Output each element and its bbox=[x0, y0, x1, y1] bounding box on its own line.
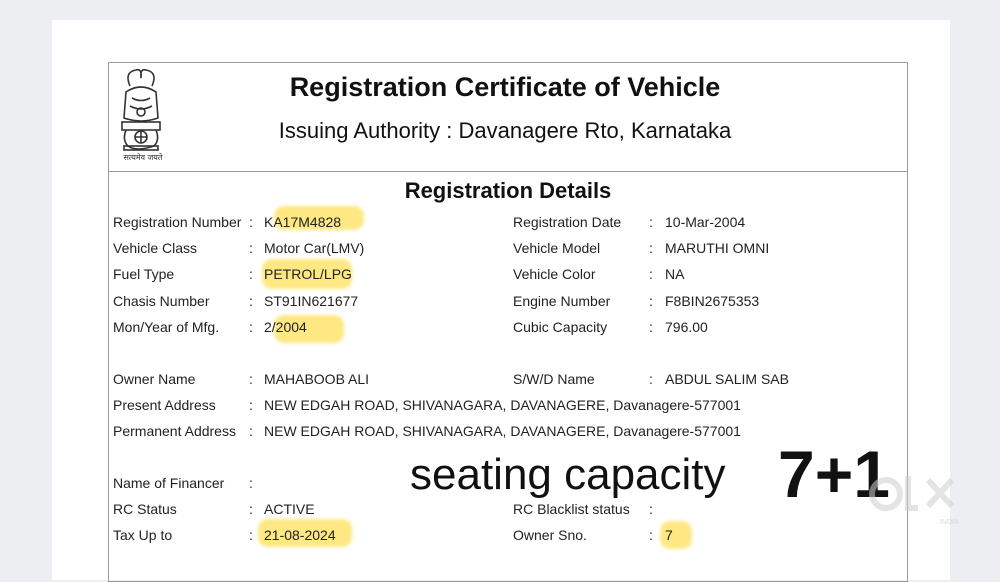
colon: : bbox=[649, 501, 653, 517]
header-divider bbox=[108, 171, 908, 172]
value-registration-number: KA17M4828 bbox=[264, 214, 342, 230]
colon: : bbox=[249, 371, 253, 387]
colon: : bbox=[249, 501, 253, 517]
label-registration-date: Registration Date bbox=[513, 214, 622, 230]
olx-watermark-logo: INDIA bbox=[869, 476, 959, 526]
value-owner-sno: 7 bbox=[665, 527, 673, 543]
value-chasis-number: ST91IN621677 bbox=[264, 293, 359, 309]
label-present-address: Present Address bbox=[113, 397, 216, 413]
label-owner-name: Owner Name bbox=[113, 371, 196, 387]
colon: : bbox=[249, 475, 253, 491]
value-swd-name: ABDUL SALIM SAB bbox=[665, 371, 789, 387]
value-vehicle-model: MARUTHI OMNI bbox=[665, 240, 770, 256]
label-vehicle-color: Vehicle Color bbox=[513, 266, 596, 282]
label-registration-number: Registration Number bbox=[113, 214, 242, 230]
value-vehicle-class: Motor Car(LMV) bbox=[264, 240, 365, 256]
colon: : bbox=[249, 397, 253, 413]
issuing-authority: Issuing Authority : Davanagere Rto, Karn… bbox=[278, 118, 732, 143]
seating-capacity-annotation: seating capacity bbox=[410, 450, 726, 499]
colon: : bbox=[649, 214, 653, 230]
colon: : bbox=[249, 293, 253, 309]
label-engine-number: Engine Number bbox=[513, 293, 611, 309]
colon: : bbox=[249, 527, 253, 543]
label-tax-up-to: Tax Up to bbox=[113, 527, 173, 543]
label-rc-status: RC Status bbox=[113, 501, 177, 517]
label-mfg: Mon/Year of Mfg. bbox=[113, 319, 220, 335]
colon: : bbox=[649, 371, 653, 387]
value-tax-up-to: 21-08-2024 bbox=[264, 527, 336, 543]
colon: : bbox=[249, 214, 253, 230]
section-title: Registration Details bbox=[404, 178, 612, 203]
label-vehicle-model: Vehicle Model bbox=[513, 240, 601, 256]
colon: : bbox=[649, 319, 653, 335]
label-swd-name: S/W/D Name bbox=[513, 371, 595, 387]
colon: : bbox=[249, 423, 253, 439]
value-owner-name: MAHABOOB ALI bbox=[264, 371, 370, 387]
value-cubic-capacity: 796.00 bbox=[665, 319, 708, 335]
colon: : bbox=[649, 527, 653, 543]
label-chasis-number: Chasis Number bbox=[113, 293, 210, 309]
value-mfg: 2/2004 bbox=[264, 319, 307, 335]
olx-india-label: INDIA bbox=[940, 519, 959, 526]
colon: : bbox=[249, 266, 253, 282]
document-title: Registration Certificate of Vehicle bbox=[289, 72, 721, 102]
value-vehicle-color: NA bbox=[665, 266, 685, 282]
label-permanent-address: Permanent Address bbox=[113, 423, 236, 439]
value-permanent-address: NEW EDGAH ROAD, SHIVANAGARA, DAVANAGERE,… bbox=[264, 423, 741, 439]
emblem-caption: सत्यमेव जयते bbox=[123, 153, 163, 162]
label-vehicle-class: Vehicle Class bbox=[113, 240, 198, 256]
value-registration-date: 10-Mar-2004 bbox=[665, 214, 746, 230]
colon: : bbox=[649, 266, 653, 282]
label-rc-blacklist: RC Blacklist status bbox=[513, 501, 630, 517]
colon: : bbox=[249, 240, 253, 256]
label-fuel-type: Fuel Type bbox=[113, 266, 175, 282]
colon: : bbox=[649, 293, 653, 309]
value-rc-status: ACTIVE bbox=[264, 501, 315, 517]
label-owner-sno: Owner Sno. bbox=[513, 527, 587, 543]
colon: : bbox=[249, 319, 253, 335]
value-present-address: NEW EDGAH ROAD, SHIVANAGARA, DAVANAGERE,… bbox=[264, 397, 741, 413]
value-engine-number: F8BIN2675353 bbox=[665, 293, 760, 309]
national-emblem-icon bbox=[121, 68, 161, 151]
colon: : bbox=[649, 240, 653, 256]
label-cubic-capacity: Cubic Capacity bbox=[513, 319, 608, 335]
value-fuel-type: PETROL/LPG bbox=[264, 266, 352, 282]
label-financer: Name of Financer bbox=[113, 475, 225, 491]
